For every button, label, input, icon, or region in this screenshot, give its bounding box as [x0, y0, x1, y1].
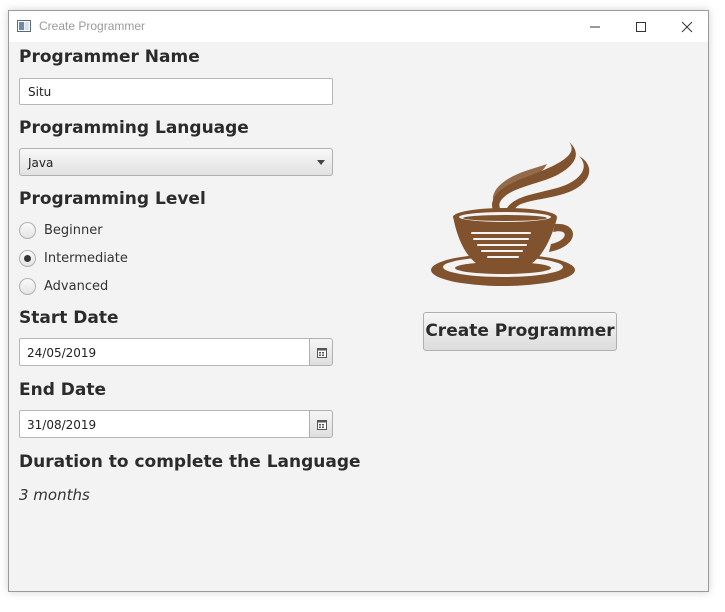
close-button[interactable]: [664, 11, 710, 42]
minimize-icon: [590, 26, 600, 28]
close-icon: [681, 21, 693, 33]
create-programmer-window: Create Programmer Programmer Name Situ P…: [8, 10, 709, 592]
end-date-input[interactable]: 31/08/2019: [19, 410, 309, 438]
duration-label: Duration to complete the Language: [19, 452, 361, 472]
create-programmer-button[interactable]: Create Programmer: [423, 312, 617, 351]
programming-language-label: Programming Language: [19, 118, 249, 138]
start-date-picker[interactable]: 24/05/2019: [19, 338, 333, 366]
title-bar[interactable]: Create Programmer: [9, 11, 708, 42]
end-date-label: End Date: [19, 380, 107, 400]
radio-option-beginner[interactable]: Beginner: [19, 219, 103, 241]
radio-option-intermediate[interactable]: Intermediate: [19, 247, 128, 269]
minimize-button[interactable]: [572, 11, 618, 42]
radio-label-advanced: Advanced: [44, 278, 109, 294]
radio-label-intermediate: Intermediate: [44, 250, 128, 266]
duration-value: 3 months: [19, 486, 90, 504]
programming-level-label: Programming Level: [19, 189, 206, 209]
end-date-picker[interactable]: 31/08/2019: [19, 410, 333, 438]
start-date-label: Start Date: [19, 308, 119, 328]
radio-label-beginner: Beginner: [44, 222, 103, 238]
calendar-icon: [317, 420, 327, 430]
start-date-calendar-button[interactable]: [309, 338, 333, 366]
radio-button-intermediate[interactable]: [19, 249, 36, 267]
maximize-icon: [636, 22, 646, 32]
coffee-cup-icon: [431, 142, 590, 286]
radio-button-beginner[interactable]: [19, 221, 36, 239]
programmer-name-label: Programmer Name: [19, 47, 200, 67]
radio-option-advanced[interactable]: Advanced: [19, 275, 108, 297]
programming-language-select[interactable]: Java: [19, 148, 333, 176]
form-content: Programmer Name Situ Programming Languag…: [9, 42, 708, 591]
chevron-down-icon: [317, 160, 325, 165]
app-window-icon: [17, 20, 31, 32]
maximize-button[interactable]: [618, 11, 664, 42]
programming-language-value: Java: [28, 156, 54, 170]
start-date-input[interactable]: 24/05/2019: [19, 338, 309, 366]
calendar-icon: [317, 348, 327, 358]
radio-button-advanced[interactable]: [19, 277, 36, 295]
window-title: Create Programmer: [39, 19, 146, 33]
programmer-name-input[interactable]: Situ: [19, 78, 333, 105]
end-date-calendar-button[interactable]: [309, 410, 333, 438]
